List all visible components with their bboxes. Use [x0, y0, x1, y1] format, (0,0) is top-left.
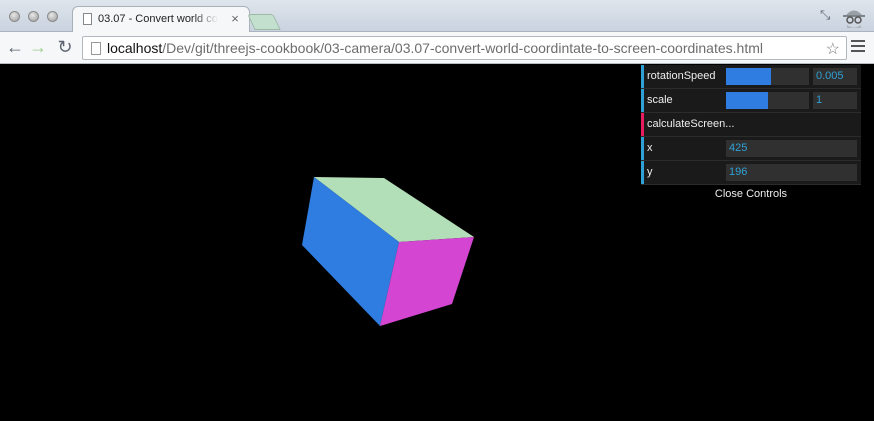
reload-icon[interactable]: ↻ [56, 38, 74, 56]
gui-row-stripe [641, 65, 644, 88]
browser-titlebar: 03.07 - Convert world coordintate to scr… [0, 0, 874, 33]
gui-number-input[interactable]: 0.005 [813, 68, 857, 85]
incognito-icon [843, 10, 865, 28]
gui-row-label: calculateScreen... [647, 118, 735, 130]
gui-number-input[interactable]: 1 [813, 92, 857, 109]
window-minimize-button[interactable] [28, 11, 39, 22]
gui-row-stripe [641, 89, 644, 112]
gui-row-x: x 425 [641, 137, 861, 161]
gui-number-input[interactable]: 425 [726, 140, 857, 157]
window-close-button[interactable] [9, 11, 20, 22]
address-bar[interactable]: localhost/Dev/git/threejs-cookbook/03-ca… [82, 36, 847, 60]
gui-row-label: y [647, 166, 653, 178]
menu-icon[interactable] [851, 40, 865, 54]
url-path: /Dev/git/threejs-cookbook/03-camera/03.0… [162, 40, 763, 56]
back-arrow-icon[interactable]: ← [6, 38, 24, 56]
controls-panel: rotationSpeed 0.005 scale 1 calculateScreen.… [641, 65, 861, 203]
gui-row-y: y 196 [641, 161, 861, 185]
tab-title: 03.07 - Convert world coordintate to scr… [98, 13, 218, 25]
gui-slider[interactable] [726, 92, 809, 109]
url-host: localhost [107, 40, 163, 56]
gui-row-label: rotationSpeed [647, 70, 716, 82]
gui-row-label: x [647, 142, 653, 154]
fullscreen-icon[interactable]: ⤡ [820, 8, 834, 22]
gui-slider-fill [726, 92, 769, 109]
close-controls-button[interactable]: Close Controls [641, 185, 861, 203]
page-icon [91, 42, 101, 55]
browser-toolbar: ← → ↻ localhost/Dev/git/threejs-cookbook… [0, 32, 874, 64]
gui-row-rotationspeed: rotationSpeed 0.005 [641, 65, 861, 89]
browser-tab-active[interactable]: 03.07 - Convert world coordintate to scr… [72, 6, 250, 33]
gui-row-stripe [641, 161, 644, 184]
url-text[interactable]: localhost/Dev/git/threejs-cookbook/03-ca… [107, 40, 763, 56]
gui-row-calculatescreen[interactable]: calculateScreen... [641, 113, 861, 137]
gui-row-stripe [641, 137, 644, 160]
tab-close-icon[interactable]: × [228, 11, 242, 27]
gui-row-scale: scale 1 [641, 89, 861, 113]
bookmark-star-icon[interactable]: ☆ [826, 39, 840, 59]
gui-slider-fill [726, 68, 771, 85]
gui-row-label: scale [647, 94, 673, 106]
gui-row-stripe [641, 113, 644, 136]
gui-number-input[interactable]: 196 [726, 164, 857, 181]
window-zoom-button[interactable] [47, 11, 58, 22]
forward-arrow-icon[interactable]: → [29, 38, 47, 56]
new-tab-button[interactable] [247, 14, 281, 30]
page-icon [83, 13, 92, 25]
gui-slider[interactable] [726, 68, 809, 85]
